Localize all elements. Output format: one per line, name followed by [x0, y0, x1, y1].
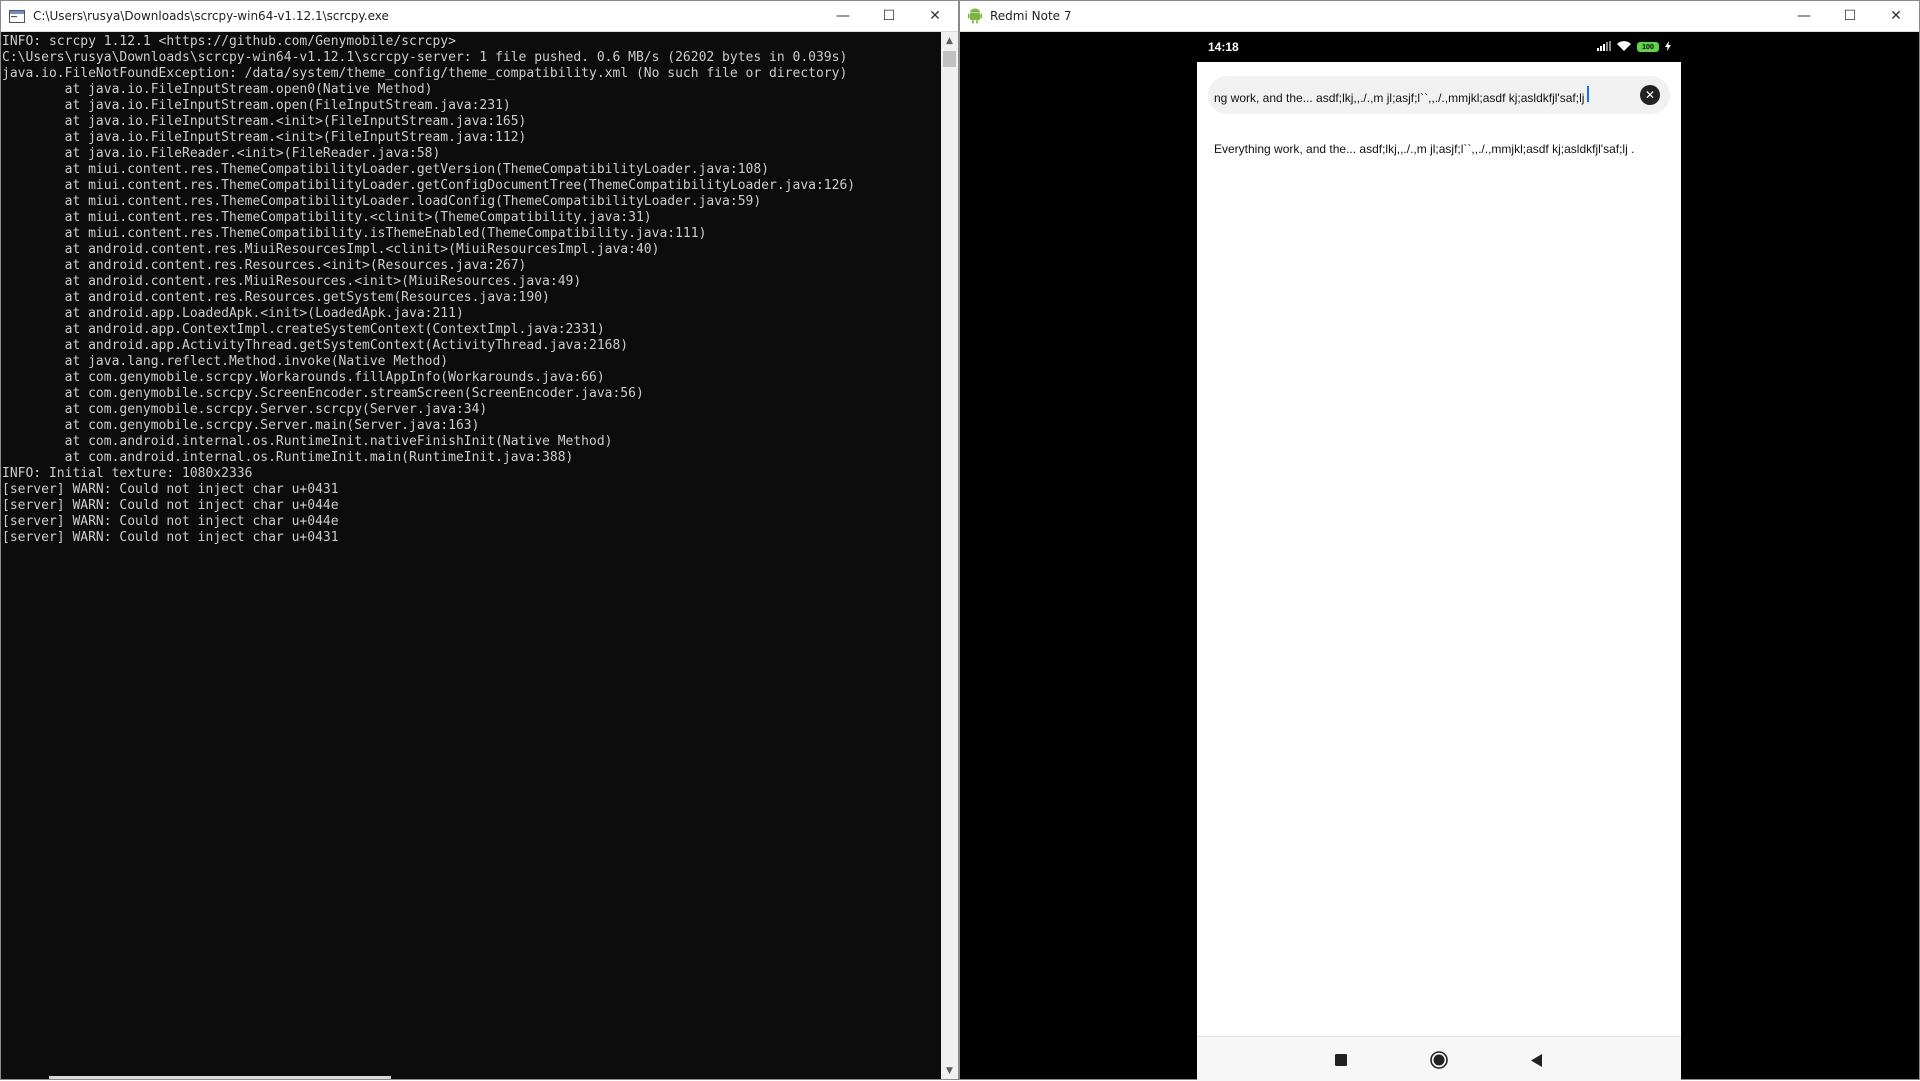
phone-window: Redmi Note 7 — ☐ ✕ 14:18 100 ng work, an…	[959, 0, 1920, 1081]
minimize-button[interactable]: —	[820, 1, 866, 32]
back-icon[interactable]	[1527, 1050, 1547, 1070]
close-button[interactable]: ✕	[912, 1, 958, 32]
console-line: at android.app.LoadedApk.<init>(LoadedAp…	[2, 306, 464, 321]
console-line: at java.lang.reflect.Method.invoke(Nativ…	[2, 354, 449, 369]
home-icon[interactable]	[1429, 1050, 1449, 1070]
console-line: at com.genymobile.scrcpy.Workarounds.fil…	[2, 370, 605, 385]
console-line: at miui.content.res.ThemeCompatibilityLo…	[2, 178, 856, 193]
console-line: at java.io.FileInputStream.<init>(FileIn…	[2, 130, 527, 145]
phone-screen[interactable]: 14:18 100 ng work, and the... asdf;lkj,,…	[1197, 32, 1681, 1081]
console-line: at com.android.internal.os.RuntimeInit.m…	[2, 450, 574, 465]
console-line: [server] WARN: Could not inject char u+0…	[2, 530, 339, 545]
phone-window-title: Redmi Note 7	[990, 9, 1072, 23]
phone-titlebar[interactable]: Redmi Note 7 — ☐ ✕	[960, 1, 1919, 32]
minimize-button[interactable]: —	[1781, 1, 1827, 32]
maximize-button[interactable]: ☐	[1827, 1, 1873, 32]
battery-icon: 100	[1637, 42, 1659, 52]
console-line: at java.io.FileInputStream.open(FileInpu…	[2, 98, 511, 113]
text-cursor	[1587, 85, 1590, 102]
navigation-bar	[1197, 1036, 1681, 1081]
console-line: [server] WARN: Could not inject char u+0…	[2, 498, 339, 513]
console-line: at android.app.ContextImpl.createSystemC…	[2, 322, 605, 337]
console-line: at android.app.ActivityThread.getSystemC…	[2, 338, 629, 353]
console-line: java.io.FileNotFoundException: /data/sys…	[2, 66, 848, 81]
console-line: at android.content.res.Resources.<init>(…	[2, 258, 527, 273]
close-button[interactable]: ✕	[1873, 1, 1919, 32]
console-line: at miui.content.res.ThemeCompatibility.<…	[2, 210, 652, 225]
result-text: Everything work, and the... asdf;lkj,,./…	[1214, 142, 1635, 156]
console-window-controls: — ☐ ✕	[820, 1, 958, 32]
console-window: C:\Users\rusya\Downloads\scrcpy-win64-v1…	[0, 0, 959, 1080]
charging-icon	[1665, 38, 1671, 56]
scroll-up-arrow[interactable]: ▲	[941, 32, 958, 49]
signal-icon	[1597, 38, 1611, 56]
console-line: at android.content.res.MiuiResourcesImpl…	[2, 242, 660, 257]
console-titlebar[interactable]: C:\Users\rusya\Downloads\scrcpy-win64-v1…	[1, 1, 958, 32]
status-icons: 100	[1597, 38, 1671, 56]
scroll-down-arrow[interactable]: ▼	[941, 1062, 958, 1079]
scroll-thumb[interactable]	[943, 51, 956, 67]
console-line: at com.genymobile.scrcpy.Server.main(Ser…	[2, 418, 480, 433]
recents-icon[interactable]	[1331, 1050, 1351, 1070]
console-line: at com.genymobile.scrcpy.Server.scrcpy(S…	[2, 402, 488, 417]
console-line: INFO: scrcpy 1.12.1 <https://github.com/…	[2, 34, 456, 49]
console-line: at android.content.res.Resources.getSyst…	[2, 290, 550, 305]
console-line: at com.android.internal.os.RuntimeInit.n…	[2, 434, 613, 449]
console-line: at java.io.FileReader.<init>(FileReader.…	[2, 146, 441, 161]
console-scrollbar[interactable]: ▲ ▼	[941, 32, 958, 1079]
console-app-icon	[9, 9, 25, 23]
status-bar: 14:18 100	[1197, 32, 1681, 62]
clear-icon[interactable]: ✕	[1640, 85, 1660, 105]
console-line: at miui.content.res.ThemeCompatibility.i…	[2, 226, 707, 241]
console-line: at miui.content.res.ThemeCompatibilityLo…	[2, 162, 770, 177]
console-line: at java.io.FileInputStream.open0(Native …	[2, 82, 433, 97]
search-input[interactable]: ng work, and the... asdf;lkj,,./.,m jl;a…	[1208, 76, 1670, 114]
horizontal-scroll-indicator	[49, 1076, 391, 1079]
status-time: 14:18	[1208, 40, 1239, 54]
app-content: ng work, and the... asdf;lkj,,./.,m jl;a…	[1197, 62, 1681, 1036]
console-output[interactable]: INFO: scrcpy 1.12.1 <https://github.com/…	[1, 32, 941, 1076]
console-line: at java.io.FileInputStream.<init>(FileIn…	[2, 114, 527, 129]
console-line: C:\Users\rusya\Downloads\scrcpy-win64-v1…	[2, 50, 848, 65]
phone-window-controls: — ☐ ✕	[1781, 1, 1919, 32]
console-line: INFO: Initial texture: 1080x2336	[2, 466, 253, 481]
wifi-icon	[1617, 38, 1631, 56]
console-window-title: C:\Users\rusya\Downloads\scrcpy-win64-v1…	[33, 9, 389, 23]
console-line: [server] WARN: Could not inject char u+0…	[2, 514, 339, 529]
search-input-value: ng work, and the... asdf;lkj,,./.,m jl;a…	[1214, 85, 1624, 105]
maximize-button[interactable]: ☐	[866, 1, 912, 32]
console-line: at com.genymobile.scrcpy.ScreenEncoder.s…	[2, 386, 644, 401]
console-line: [server] WARN: Could not inject char u+0…	[2, 482, 339, 497]
console-line: at android.content.res.MiuiResources.<in…	[2, 274, 582, 289]
android-icon	[968, 8, 982, 24]
console-line: at miui.content.res.ThemeCompatibilityLo…	[2, 194, 762, 209]
